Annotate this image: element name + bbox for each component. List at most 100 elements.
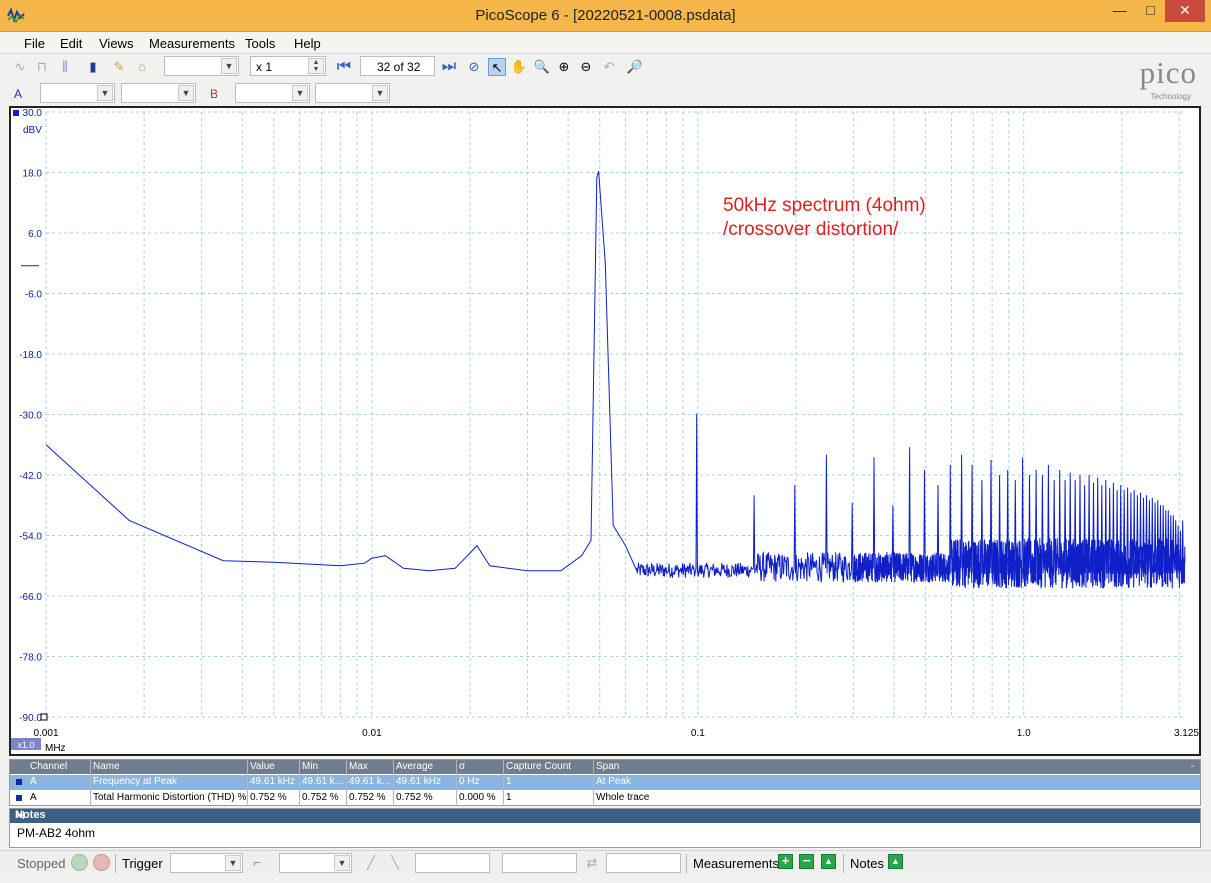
x-tick-label: 1.0 — [1017, 728, 1031, 739]
zoom-overview-icon[interactable]: 🔎 — [626, 58, 644, 76]
edit-measurement-button[interactable]: ▲ — [821, 854, 836, 869]
table-cell: 0.752 % — [349, 792, 386, 803]
trigger-mode-select[interactable]: ▼ — [170, 853, 243, 873]
select-tool-icon[interactable]: ↖ — [488, 58, 506, 76]
table-cell: 49.61 kHz — [396, 776, 442, 787]
annotation-line-1: 50kHz spectrum (4ohm) — [723, 195, 926, 216]
timebase-select[interactable]: ▼ — [164, 56, 239, 76]
chevron-down-icon: ▼ — [334, 855, 350, 871]
divider — [686, 854, 687, 873]
spectrum-view[interactable]: 30.0 18.0 6.0 -6.0 -18.0 -30.0 -42.0 -54.0 -66.0… — [9, 106, 1201, 756]
maximize-button[interactable]: □ — [1137, 0, 1164, 22]
channel-a-label[interactable]: A — [14, 87, 22, 101]
col-name: Name — [93, 761, 120, 772]
table-cell: A — [30, 776, 37, 787]
col-capture-count: Capture Count — [506, 761, 572, 772]
window-title: PicoScope 6 - [20220521-0008.psdata] — [475, 7, 736, 24]
minimize-button[interactable]: — — [1106, 0, 1133, 22]
wand-icon[interactable]: ✎ — [110, 58, 128, 76]
trigger-delay-icon[interactable]: ⇄ — [583, 854, 601, 872]
zoom-in-icon[interactable]: ⊕ — [555, 58, 573, 76]
stop-capture-icon[interactable] — [93, 854, 110, 871]
undo-zoom-icon[interactable]: ↶ — [600, 58, 618, 76]
y-tick-label: -54.0 — [19, 532, 42, 543]
zoom-out-icon[interactable]: ⊖ — [577, 58, 595, 76]
first-buffer-icon[interactable]: ⏮ — [335, 58, 353, 76]
chevron-down-icon: ▼ — [97, 85, 113, 101]
menu-file[interactable]: File — [24, 36, 45, 51]
channel-a-range-select[interactable]: ▼ — [40, 83, 115, 103]
zoom-factor-stepper[interactable]: x 1 ▲ ▼ — [250, 56, 326, 76]
spectrum-mode-icon[interactable]: ⫼ — [56, 58, 74, 76]
hand-tool-icon[interactable]: ✋ — [510, 58, 528, 76]
y-tick-label: -66.0 — [19, 592, 42, 603]
collapse-toggle[interactable]: - — [1191, 761, 1194, 772]
table-cell: 0 Hz — [459, 776, 480, 787]
home-icon[interactable]: ⌂ — [133, 58, 151, 76]
notes-header: Notes ⊣ ✕ — [10, 809, 1200, 823]
scope-mode-icon[interactable]: ∿ — [11, 58, 29, 76]
col-span: Span — [596, 761, 620, 772]
annotation-line-2: /crossover distortion/ — [723, 219, 899, 240]
column-divider — [456, 760, 457, 806]
last-buffer-icon[interactable]: ⏭ — [440, 58, 458, 76]
table-cell: Frequency at Peak — [93, 776, 177, 787]
add-measurement-button[interactable]: + — [778, 854, 793, 869]
trigger-edge-icon[interactable]: ⌐ — [248, 854, 266, 872]
trigger-delay-stepper[interactable] — [606, 853, 681, 873]
channel-a-coupling-select[interactable]: ▼ — [121, 83, 196, 103]
table-row[interactable]: A Frequency at Peak 49.61 kHz 49.61 k...… — [10, 775, 1200, 790]
compass-icon[interactable]: ⊘ — [465, 58, 483, 76]
table-row[interactable]: A Total Harmonic Distortion (THD) % 0.75… — [10, 791, 1200, 806]
close-notes-icon[interactable]: ✕ — [15, 809, 1194, 822]
col-min: Min — [302, 761, 319, 772]
menu-help[interactable]: Help — [294, 36, 321, 51]
rising-edge-icon[interactable]: ╱ — [362, 854, 380, 872]
chevron-down-icon: ▼ — [292, 85, 308, 101]
channel-b-range-select[interactable]: ▼ — [235, 83, 310, 103]
plot-annotation: 50kHz spectrum (4ohm) /crossover distort… — [723, 194, 926, 242]
channel-b-label[interactable]: B — [210, 87, 218, 101]
y-tick-label: -90.0 — [19, 713, 42, 724]
trigger-pretrigger-stepper[interactable] — [502, 853, 577, 873]
channel-toolbar: A ▼ ▼ B ▼ ▼ — [0, 81, 400, 107]
y-tick-label: -6.0 — [25, 290, 43, 301]
remove-measurement-button[interactable]: − — [799, 854, 814, 869]
persistence-mode-icon[interactable]: ⊓ — [33, 58, 51, 76]
notes-panel: Notes ⊣ ✕ PM-AB2 4ohm — [9, 808, 1201, 848]
menu-tools[interactable]: Tools — [245, 36, 275, 51]
y-axis-unit: dBV — [23, 125, 42, 136]
channel-options-icon[interactable]: ▮ — [84, 58, 102, 76]
y-tick-label: -18.0 — [19, 350, 42, 361]
start-capture-icon[interactable] — [71, 854, 88, 871]
column-divider — [299, 760, 300, 806]
menu-edit[interactable]: Edit — [60, 36, 82, 51]
zoom-area-icon[interactable]: 🔍 — [533, 58, 551, 76]
spectrum-chart[interactable]: 30.0 18.0 6.0 -6.0 -18.0 -30.0 -42.0 -54.0 -66.0… — [11, 108, 1199, 754]
capture-state: Stopped — [17, 856, 66, 871]
channel-color-swatch — [16, 779, 22, 785]
y-tick-label: -30.0 — [19, 411, 42, 422]
notes-text[interactable]: PM-AB2 4ohm — [17, 826, 95, 840]
buffer-position-field[interactable]: 32 of 32 — [360, 56, 435, 76]
pico-logo-sub: Technology — [1150, 92, 1191, 101]
col-value: Value — [250, 761, 275, 772]
notes-toggle-button[interactable]: ▲ — [888, 854, 903, 869]
trigger-threshold-stepper[interactable] — [415, 853, 490, 873]
menu-views[interactable]: Views — [99, 36, 133, 51]
close-button[interactable]: ✕ — [1165, 0, 1205, 22]
col-channel: Channel — [30, 761, 68, 772]
col-sigma: σ — [459, 761, 466, 772]
table-cell: A — [30, 792, 37, 803]
channel-b-coupling-select[interactable]: ▼ — [315, 83, 390, 103]
y-tick-label: 6.0 — [28, 229, 42, 240]
main-toolbar: ∿ ⊓ ⫼ ▮ ✎ ⌂ ▼ x 1 ▲ ▼ ⏮ 32 of 32 ⏭ ⊘ ↖ ✋ … — [0, 54, 1100, 80]
col-average: Average — [396, 761, 434, 772]
table-cell: 49.61 kHz — [250, 776, 296, 787]
trigger-source-select[interactable]: ▼ — [279, 853, 352, 873]
column-divider — [503, 760, 504, 806]
y-tick-label: -42.0 — [19, 471, 42, 482]
falling-edge-icon[interactable]: ╲ — [386, 854, 404, 872]
column-divider — [90, 760, 91, 806]
menu-measurements[interactable]: Measurements — [149, 36, 235, 51]
